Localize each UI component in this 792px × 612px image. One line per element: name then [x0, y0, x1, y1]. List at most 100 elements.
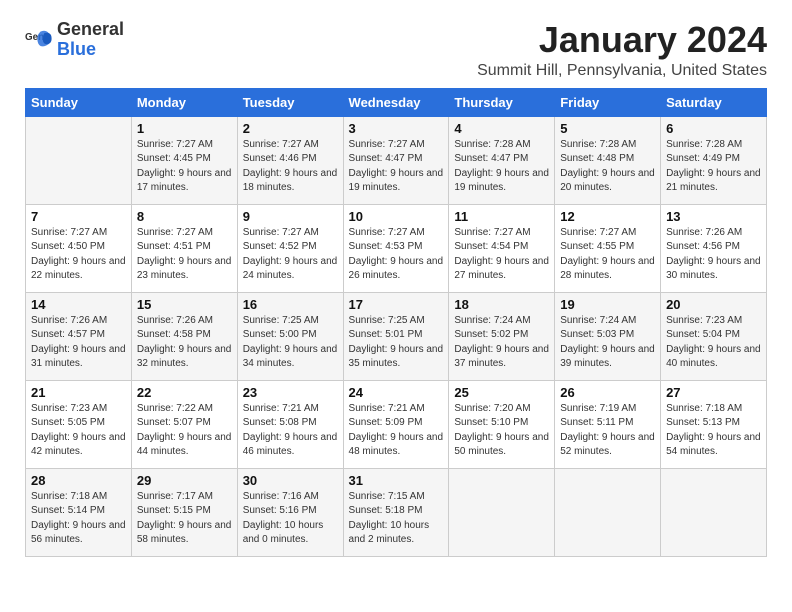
- day-info: Sunrise: 7:27 AMSunset: 4:53 PMDaylight:…: [349, 226, 444, 284]
- calendar-table: SundayMondayTuesdayWednesdayThursdayFrid…: [25, 88, 767, 557]
- day-info: Sunrise: 7:17 AMSunset: 5:15 PMDaylight:…: [137, 490, 232, 548]
- day-number: 21: [31, 385, 126, 400]
- calendar-cell: 31 Sunrise: 7:15 AMSunset: 5:18 PMDaylig…: [343, 468, 449, 556]
- day-number: 18: [454, 297, 549, 312]
- day-number: 14: [31, 297, 126, 312]
- day-info: Sunrise: 7:15 AMSunset: 5:18 PMDaylight:…: [349, 490, 444, 548]
- calendar-cell: 7 Sunrise: 7:27 AMSunset: 4:50 PMDayligh…: [26, 204, 132, 292]
- calendar-cell: 13 Sunrise: 7:26 AMSunset: 4:56 PMDaylig…: [661, 204, 767, 292]
- day-number: 1: [137, 121, 232, 136]
- calendar-week-row: 14 Sunrise: 7:26 AMSunset: 4:57 PMDaylig…: [26, 292, 767, 380]
- calendar-cell: 23 Sunrise: 7:21 AMSunset: 5:08 PMDaylig…: [237, 380, 343, 468]
- day-number: 25: [454, 385, 549, 400]
- calendar-cell: 5 Sunrise: 7:28 AMSunset: 4:48 PMDayligh…: [555, 116, 661, 204]
- calendar-cell: 26 Sunrise: 7:19 AMSunset: 5:11 PMDaylig…: [555, 380, 661, 468]
- calendar-cell: [661, 468, 767, 556]
- day-number: 27: [666, 385, 761, 400]
- calendar-cell: 20 Sunrise: 7:23 AMSunset: 5:04 PMDaylig…: [661, 292, 767, 380]
- calendar-cell: 9 Sunrise: 7:27 AMSunset: 4:52 PMDayligh…: [237, 204, 343, 292]
- day-info: Sunrise: 7:27 AMSunset: 4:50 PMDaylight:…: [31, 226, 126, 284]
- day-number: 9: [243, 209, 338, 224]
- logo-text: General Blue: [57, 20, 124, 60]
- day-number: 31: [349, 473, 444, 488]
- calendar-header-row: SundayMondayTuesdayWednesdayThursdayFrid…: [26, 88, 767, 116]
- day-info: Sunrise: 7:26 AMSunset: 4:56 PMDaylight:…: [666, 226, 761, 284]
- day-info: Sunrise: 7:27 AMSunset: 4:45 PMDaylight:…: [137, 138, 232, 196]
- day-number: 17: [349, 297, 444, 312]
- calendar-cell: 16 Sunrise: 7:25 AMSunset: 5:00 PMDaylig…: [237, 292, 343, 380]
- day-number: 28: [31, 473, 126, 488]
- header-day-wednesday: Wednesday: [343, 88, 449, 116]
- day-info: Sunrise: 7:21 AMSunset: 5:09 PMDaylight:…: [349, 402, 444, 460]
- calendar-cell: 18 Sunrise: 7:24 AMSunset: 5:02 PMDaylig…: [449, 292, 555, 380]
- day-info: Sunrise: 7:18 AMSunset: 5:13 PMDaylight:…: [666, 402, 761, 460]
- calendar-cell: 22 Sunrise: 7:22 AMSunset: 5:07 PMDaylig…: [131, 380, 237, 468]
- calendar-cell: [555, 468, 661, 556]
- day-info: Sunrise: 7:21 AMSunset: 5:08 PMDaylight:…: [243, 402, 338, 460]
- calendar-cell: 24 Sunrise: 7:21 AMSunset: 5:09 PMDaylig…: [343, 380, 449, 468]
- day-info: Sunrise: 7:27 AMSunset: 4:51 PMDaylight:…: [137, 226, 232, 284]
- header-day-monday: Monday: [131, 88, 237, 116]
- logo: Gen General Blue: [25, 20, 124, 60]
- calendar-cell: 21 Sunrise: 7:23 AMSunset: 5:05 PMDaylig…: [26, 380, 132, 468]
- day-info: Sunrise: 7:28 AMSunset: 4:49 PMDaylight:…: [666, 138, 761, 196]
- calendar-cell: 14 Sunrise: 7:26 AMSunset: 4:57 PMDaylig…: [26, 292, 132, 380]
- header-day-friday: Friday: [555, 88, 661, 116]
- calendar-subtitle: Summit Hill, Pennsylvania, United States: [477, 62, 767, 80]
- day-info: Sunrise: 7:26 AMSunset: 4:57 PMDaylight:…: [31, 314, 126, 372]
- day-number: 13: [666, 209, 761, 224]
- calendar-week-row: 7 Sunrise: 7:27 AMSunset: 4:50 PMDayligh…: [26, 204, 767, 292]
- calendar-cell: 28 Sunrise: 7:18 AMSunset: 5:14 PMDaylig…: [26, 468, 132, 556]
- day-info: Sunrise: 7:19 AMSunset: 5:11 PMDaylight:…: [560, 402, 655, 460]
- day-number: 10: [349, 209, 444, 224]
- day-info: Sunrise: 7:22 AMSunset: 5:07 PMDaylight:…: [137, 402, 232, 460]
- calendar-cell: 11 Sunrise: 7:27 AMSunset: 4:54 PMDaylig…: [449, 204, 555, 292]
- day-info: Sunrise: 7:25 AMSunset: 5:01 PMDaylight:…: [349, 314, 444, 372]
- day-number: 23: [243, 385, 338, 400]
- calendar-body: 1 Sunrise: 7:27 AMSunset: 4:45 PMDayligh…: [26, 116, 767, 556]
- calendar-cell: 30 Sunrise: 7:16 AMSunset: 5:16 PMDaylig…: [237, 468, 343, 556]
- calendar-title: January 2024: [477, 20, 767, 60]
- calendar-cell: 4 Sunrise: 7:28 AMSunset: 4:47 PMDayligh…: [449, 116, 555, 204]
- calendar-cell: 10 Sunrise: 7:27 AMSunset: 4:53 PMDaylig…: [343, 204, 449, 292]
- logo-icon: Gen: [25, 26, 53, 54]
- day-info: Sunrise: 7:27 AMSunset: 4:47 PMDaylight:…: [349, 138, 444, 196]
- calendar-week-row: 1 Sunrise: 7:27 AMSunset: 4:45 PMDayligh…: [26, 116, 767, 204]
- header-day-saturday: Saturday: [661, 88, 767, 116]
- day-info: Sunrise: 7:16 AMSunset: 5:16 PMDaylight:…: [243, 490, 338, 548]
- day-info: Sunrise: 7:23 AMSunset: 5:05 PMDaylight:…: [31, 402, 126, 460]
- day-number: 7: [31, 209, 126, 224]
- calendar-cell: 2 Sunrise: 7:27 AMSunset: 4:46 PMDayligh…: [237, 116, 343, 204]
- title-area: January 2024 Summit Hill, Pennsylvania, …: [477, 20, 767, 80]
- day-number: 2: [243, 121, 338, 136]
- calendar-cell: 15 Sunrise: 7:26 AMSunset: 4:58 PMDaylig…: [131, 292, 237, 380]
- day-number: 20: [666, 297, 761, 312]
- day-info: Sunrise: 7:27 AMSunset: 4:54 PMDaylight:…: [454, 226, 549, 284]
- day-info: Sunrise: 7:28 AMSunset: 4:48 PMDaylight:…: [560, 138, 655, 196]
- header-day-thursday: Thursday: [449, 88, 555, 116]
- header-day-tuesday: Tuesday: [237, 88, 343, 116]
- day-info: Sunrise: 7:28 AMSunset: 4:47 PMDaylight:…: [454, 138, 549, 196]
- day-number: 26: [560, 385, 655, 400]
- calendar-cell: 6 Sunrise: 7:28 AMSunset: 4:49 PMDayligh…: [661, 116, 767, 204]
- calendar-cell: 3 Sunrise: 7:27 AMSunset: 4:47 PMDayligh…: [343, 116, 449, 204]
- calendar-week-row: 21 Sunrise: 7:23 AMSunset: 5:05 PMDaylig…: [26, 380, 767, 468]
- day-number: 24: [349, 385, 444, 400]
- day-info: Sunrise: 7:27 AMSunset: 4:52 PMDaylight:…: [243, 226, 338, 284]
- header-day-sunday: Sunday: [26, 88, 132, 116]
- day-info: Sunrise: 7:20 AMSunset: 5:10 PMDaylight:…: [454, 402, 549, 460]
- day-number: 3: [349, 121, 444, 136]
- day-number: 30: [243, 473, 338, 488]
- day-info: Sunrise: 7:27 AMSunset: 4:55 PMDaylight:…: [560, 226, 655, 284]
- day-info: Sunrise: 7:24 AMSunset: 5:03 PMDaylight:…: [560, 314, 655, 372]
- day-number: 11: [454, 209, 549, 224]
- day-info: Sunrise: 7:18 AMSunset: 5:14 PMDaylight:…: [31, 490, 126, 548]
- day-info: Sunrise: 7:24 AMSunset: 5:02 PMDaylight:…: [454, 314, 549, 372]
- header: Gen General Blue January 2024 Summit Hil…: [25, 20, 767, 80]
- calendar-cell: [26, 116, 132, 204]
- calendar-week-row: 28 Sunrise: 7:18 AMSunset: 5:14 PMDaylig…: [26, 468, 767, 556]
- day-info: Sunrise: 7:25 AMSunset: 5:00 PMDaylight:…: [243, 314, 338, 372]
- day-info: Sunrise: 7:23 AMSunset: 5:04 PMDaylight:…: [666, 314, 761, 372]
- calendar-cell: 17 Sunrise: 7:25 AMSunset: 5:01 PMDaylig…: [343, 292, 449, 380]
- day-number: 12: [560, 209, 655, 224]
